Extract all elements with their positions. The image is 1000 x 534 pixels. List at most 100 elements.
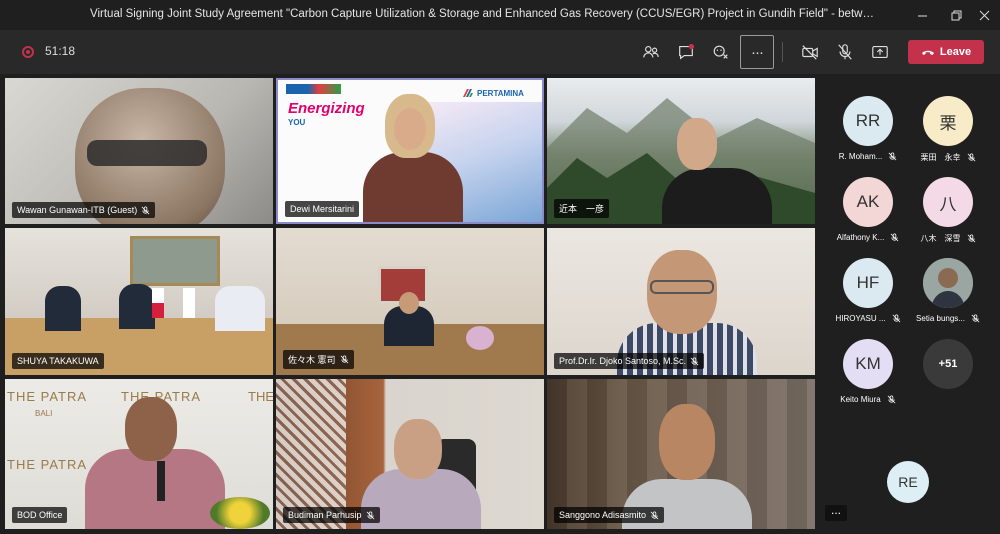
pertamina-mark-icon	[463, 89, 473, 97]
avatar-photo	[923, 258, 973, 308]
participant-body	[662, 168, 772, 224]
wall-painting	[130, 236, 220, 286]
chat-button[interactable]	[671, 38, 701, 66]
participant-name-tag: 近本 一彦	[554, 199, 610, 218]
flag-indonesia	[152, 288, 164, 318]
participant-name-tag: Prof.Dr.Ir. Djoko Santoso, M.Sc.	[554, 353, 705, 369]
mic-off-icon	[650, 510, 659, 519]
video-tile[interactable]: 佐々木 憲司	[276, 228, 544, 375]
participant-body	[363, 152, 463, 222]
avatar: RR	[843, 96, 893, 146]
glasses-shape	[87, 140, 207, 166]
roster-participant[interactable]: 栗 栗田 永幸	[908, 96, 988, 163]
reactions-icon	[713, 45, 728, 59]
you-text: YOU	[288, 118, 306, 127]
mic-off-icon	[967, 234, 975, 243]
participant-body	[85, 449, 225, 529]
bali-text: BALI	[35, 409, 53, 418]
title-bar: Virtual Signing Joint Study Agreement "C…	[0, 0, 1000, 30]
close-icon[interactable]	[966, 4, 1000, 26]
patra-logo-text: THE PATRA	[7, 389, 88, 404]
flower-vase	[466, 326, 494, 350]
more-actions-button[interactable]: ···	[740, 35, 774, 69]
participant-body	[119, 284, 155, 329]
phone-hangup-icon	[921, 50, 934, 55]
participant-name-tag: BOD Office	[12, 507, 68, 523]
mic-off-icon	[340, 355, 348, 364]
people-icon	[643, 46, 659, 58]
mic-button[interactable]	[830, 38, 860, 66]
participant-face	[125, 397, 177, 461]
flower-arrangement	[210, 497, 270, 529]
bumn-logo	[286, 84, 341, 94]
participant-name-tag: Dewi Mersitarini	[285, 201, 360, 217]
patra-logo-text: THE PATRA	[7, 457, 88, 472]
reactions-button[interactable]	[706, 38, 736, 66]
participant-face	[394, 108, 426, 150]
toolbar-divider	[782, 42, 783, 62]
participant-face	[659, 404, 715, 480]
avatar: KM	[843, 339, 893, 389]
overflow-count: +51	[923, 339, 973, 389]
microphone	[157, 461, 165, 501]
window-title: Virtual Signing Joint Study Agreement "C…	[90, 8, 880, 20]
camera-off-icon	[802, 45, 818, 60]
meeting-timer: 51:18	[45, 44, 76, 58]
participant-face	[394, 419, 442, 479]
participant-name-tag: Wawan Gunawan-ITB (Guest)	[12, 202, 156, 218]
avatar: 八	[923, 177, 973, 227]
participant-body	[215, 286, 265, 331]
participant-name-tag: 佐々木 憲司	[283, 350, 354, 369]
glasses-shape	[650, 280, 714, 294]
participant-name-tag: Sanggono Adisasmito	[554, 507, 665, 523]
leave-button[interactable]: Leave	[908, 40, 984, 64]
self-avatar[interactable]: RE	[887, 461, 929, 503]
share-button[interactable]	[865, 38, 895, 66]
recording-icon	[22, 46, 34, 58]
more-participants-button[interactable]: +51	[908, 339, 988, 389]
meeting-toolbar: 51:18 ··· Leave	[0, 30, 1000, 74]
video-tile[interactable]: Prof.Dr.Ir. Djoko Santoso, M.Sc.	[547, 228, 815, 375]
chat-icon	[679, 43, 695, 60]
gallery-options-button[interactable]: ...	[825, 504, 847, 521]
mic-off-icon	[141, 205, 150, 214]
roster-participant[interactable]: HF HIROYASU ...	[828, 258, 908, 323]
mic-off-icon	[888, 152, 897, 161]
avatar: AK	[843, 177, 893, 227]
video-tile[interactable]: SHUYA TAKAKUWA	[5, 228, 273, 375]
video-tile[interactable]: 近本 一彦	[547, 78, 815, 224]
mic-off-icon	[887, 395, 896, 404]
energizing-text: Energizing	[288, 100, 365, 117]
video-tile-active-speaker[interactable]: Energizing YOU PERTAMINA Dewi Mersitarin…	[276, 78, 544, 224]
mic-off-icon	[971, 314, 980, 323]
participant-name-tag: SHUYA TAKAKUWA	[12, 353, 104, 369]
participant-face	[677, 118, 717, 170]
pertamina-logo: PERTAMINA	[462, 88, 524, 98]
mic-off-icon	[366, 510, 374, 519]
minimize-icon[interactable]	[904, 4, 940, 26]
avatar: HF	[843, 258, 893, 308]
video-tile[interactable]: Budiman Parhusip	[276, 379, 544, 529]
camera-button[interactable]	[795, 38, 825, 66]
roster-participant[interactable]: 八 八木 深雪	[908, 177, 988, 244]
mic-off-icon	[892, 314, 900, 323]
roster-participant[interactable]: KM Keito Miura	[828, 339, 908, 404]
mic-off-icon	[890, 233, 899, 242]
participant-name-tag: Budiman Parhusip	[283, 507, 380, 523]
mic-off-icon	[967, 153, 975, 162]
participant-face	[399, 292, 419, 314]
patra-logo-text: THE	[248, 389, 273, 404]
roster-participant[interactable]: Setia bungs...	[908, 258, 988, 323]
roster-participant[interactable]: AK Alfathony K...	[828, 177, 908, 242]
mic-off-icon	[690, 356, 699, 365]
video-tile[interactable]: Sanggono Adisasmito	[547, 379, 815, 529]
flag-japan	[183, 288, 195, 318]
video-tile[interactable]: THE PATRA BALI THE PATRA THE PATRA THE B…	[5, 379, 273, 529]
share-screen-icon	[872, 46, 888, 58]
mic-off-icon	[838, 44, 852, 60]
avatar: 栗	[923, 96, 973, 146]
participant-body	[45, 286, 81, 331]
roster-participant[interactable]: RR R. Moham...	[828, 96, 908, 161]
video-tile[interactable]: Wawan Gunawan-ITB (Guest)	[5, 78, 273, 224]
participants-button[interactable]	[636, 38, 666, 66]
